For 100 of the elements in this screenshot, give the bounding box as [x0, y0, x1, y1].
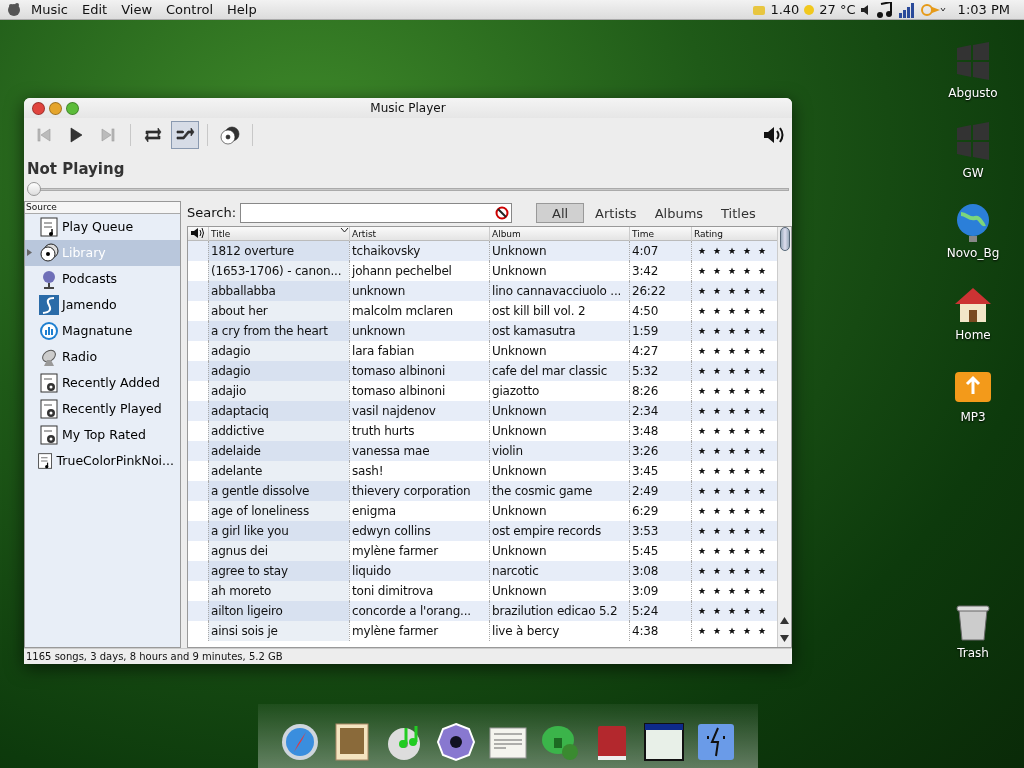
- gear-list-icon: [39, 373, 59, 393]
- cpu-load: 1.40: [770, 0, 800, 19]
- desktop-icon-label[interactable]: Trash: [957, 644, 989, 662]
- sun-icon: [803, 3, 816, 16]
- filter-button[interactable]: Titles: [714, 203, 763, 223]
- table-cell: adelante: [208, 461, 349, 481]
- table-cell: ah moreto: [208, 581, 349, 601]
- scroll-down-icon[interactable]: [780, 635, 789, 642]
- expander-icon[interactable]: [27, 249, 32, 257]
- table-cell: abballabba: [208, 281, 349, 301]
- cpu-icon: [752, 3, 767, 16]
- table-cell: ailton ligeiro: [208, 601, 349, 621]
- filter-button[interactable]: All: [536, 203, 585, 223]
- table-cell: ost kamasutra: [489, 321, 629, 341]
- column-header[interactable]: Source: [25, 202, 180, 214]
- clear-icon[interactable]: [495, 206, 510, 220]
- gear-list-icon: [39, 399, 59, 419]
- source-item[interactable]: TrueColorPinkNoi...: [25, 448, 180, 474]
- table-cell: tchaikovsky: [349, 241, 489, 261]
- status-text: 1165 songs, 3 days, 8 hours and 9 minutes, 5.2 GB: [24, 648, 792, 664]
- playlist-icon: [37, 451, 54, 471]
- now-playing-label: Not Playing: [26, 159, 126, 178]
- window-control[interactable]: [49, 101, 62, 115]
- table-cell: a gentle dissolve: [208, 481, 349, 501]
- table-cell: ainsi sois je: [208, 621, 349, 641]
- table-cell: addictive: [208, 421, 349, 441]
- source-item[interactable]: Magnatune: [25, 318, 180, 344]
- table-cell: a cry from the heart: [208, 321, 349, 341]
- seek-slider[interactable]: [27, 182, 789, 196]
- search-field[interactable]: [240, 203, 513, 223]
- stamp-icon[interactable]: [332, 722, 372, 762]
- table-cell: violin: [489, 441, 629, 461]
- window-title: Music Player: [370, 100, 446, 117]
- desktop-icon-label[interactable]: MP3: [960, 408, 986, 426]
- table-cell: unknown: [349, 321, 489, 341]
- table-cell: age of loneliness: [208, 501, 349, 521]
- table-cell: vasil najdenov: [349, 401, 489, 421]
- table-cell: ost empire records: [489, 521, 629, 541]
- volume-icon[interactable]: [762, 125, 786, 145]
- table-cell: a girl like you: [208, 521, 349, 541]
- table-cell: adajio: [208, 381, 349, 401]
- compass-icon[interactable]: [280, 722, 320, 762]
- equalizer-logo-icon: [39, 321, 59, 341]
- table-cell: Unknown: [489, 241, 629, 261]
- table-cell: adagio: [208, 341, 349, 361]
- table-cell: agree to stay: [208, 561, 349, 581]
- discs-icon: [220, 125, 240, 145]
- table-cell: adelaide: [208, 441, 349, 461]
- clock: 1:03 PM: [957, 0, 1010, 19]
- window-control[interactable]: [66, 101, 79, 115]
- source-item[interactable]: Recently Played: [25, 396, 180, 422]
- playlist-icon: [39, 217, 59, 237]
- source-item[interactable]: Recently Added: [25, 370, 180, 396]
- menu-item[interactable]: Control: [161, 0, 219, 20]
- filter-button[interactable]: Albums: [647, 203, 711, 223]
- slider-thumb[interactable]: [27, 182, 41, 196]
- music-note-icon[interactable]: [875, 1, 894, 18]
- filter-button[interactable]: Artists: [588, 203, 644, 223]
- table-cell: edwyn collins: [349, 521, 489, 541]
- desktop-icon-label[interactable]: Home: [955, 326, 991, 344]
- source-item[interactable]: Play Queue: [25, 214, 180, 240]
- table-cell: 2:49: [629, 481, 691, 501]
- table-cell: 5:32: [629, 361, 691, 381]
- table-cell: narcotic: [489, 561, 629, 581]
- menu-item[interactable]: Help: [222, 0, 262, 20]
- speaker-icon: [190, 227, 204, 239]
- scrollbar-thumb[interactable]: [779, 227, 790, 251]
- table-cell: concorde a l'orang...: [349, 601, 489, 621]
- table-cell: (1653-1706) - canon...: [208, 261, 349, 281]
- desktop-icon-label[interactable]: Novo_Bg: [946, 244, 1000, 262]
- window-icon[interactable]: [644, 722, 684, 762]
- desktop-icon-label[interactable]: Abgusto: [948, 84, 998, 102]
- table-cell: 1812 overture: [208, 241, 349, 261]
- table-cell: vanessa mae: [349, 441, 489, 461]
- satellite-dish-icon: [39, 347, 59, 367]
- source-item[interactable]: Podcasts: [25, 266, 180, 292]
- scroll-up-icon[interactable]: [780, 617, 789, 624]
- aperture-icon[interactable]: [436, 722, 476, 762]
- source-item[interactable]: Jamendo: [25, 292, 180, 318]
- table-cell: Unknown: [489, 401, 629, 421]
- skip-back-icon: [34, 125, 54, 145]
- window-control[interactable]: [32, 101, 45, 115]
- table-cell: thievery corporation: [349, 481, 489, 501]
- desktop-icon-label[interactable]: GW: [962, 164, 984, 182]
- menu-item[interactable]: Music: [26, 0, 73, 20]
- sort-caret-icon[interactable]: [340, 227, 349, 233]
- table-cell: 3:08: [629, 561, 691, 581]
- table-cell: unknown: [349, 281, 489, 301]
- table-cell: mylène farmer: [349, 621, 489, 641]
- table-cell: 26:22: [629, 281, 691, 301]
- menu-item[interactable]: Edit: [77, 0, 113, 20]
- shuffle-button[interactable]: [171, 121, 199, 149]
- table-cell: 4:38: [629, 621, 691, 641]
- source-item[interactable]: My Top Rated: [25, 422, 180, 448]
- signal-bars-icon: [897, 1, 916, 18]
- gear-list-icon: [39, 425, 59, 445]
- temperature: 27 °C: [819, 0, 856, 19]
- table-cell: the cosmic game: [489, 481, 629, 501]
- menu-item[interactable]: View: [116, 0, 158, 20]
- source-item[interactable]: Radio: [25, 344, 180, 370]
